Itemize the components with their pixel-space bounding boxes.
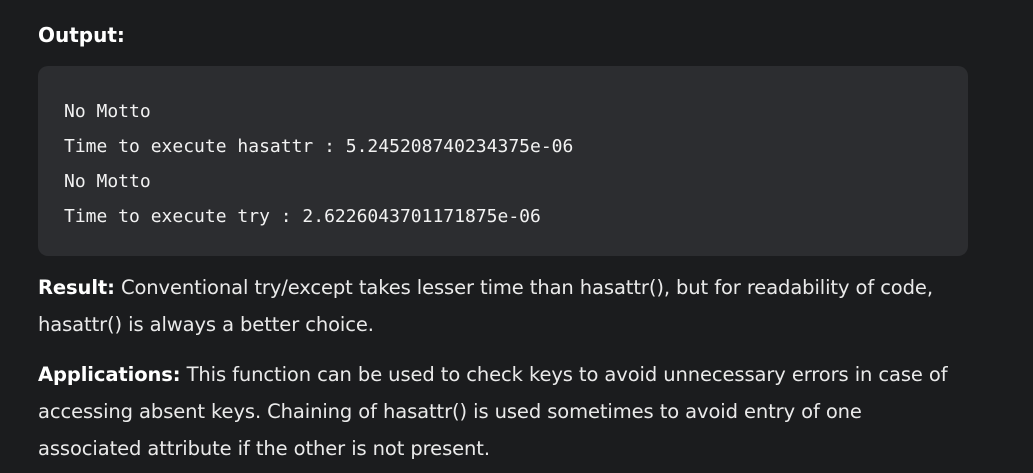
result-paragraph: Result: Conventional try/except takes le…: [38, 269, 968, 343]
result-text: Conventional try/except takes lesser tim…: [38, 276, 933, 336]
result-label: Result:: [38, 276, 115, 299]
applications-paragraph: Applications: This function can be used …: [38, 356, 968, 467]
output-code-block: No Motto Time to execute hasattr : 5.245…: [38, 66, 968, 256]
code-line: No Motto: [64, 101, 151, 122]
output-heading: Output:: [38, 23, 125, 47]
code-line: Time to execute hasattr : 5.245208740234…: [64, 136, 574, 157]
code-line: Time to execute try : 2.6226043701171875…: [64, 206, 541, 227]
applications-label: Applications:: [38, 363, 181, 386]
code-line: No Motto: [64, 171, 151, 192]
